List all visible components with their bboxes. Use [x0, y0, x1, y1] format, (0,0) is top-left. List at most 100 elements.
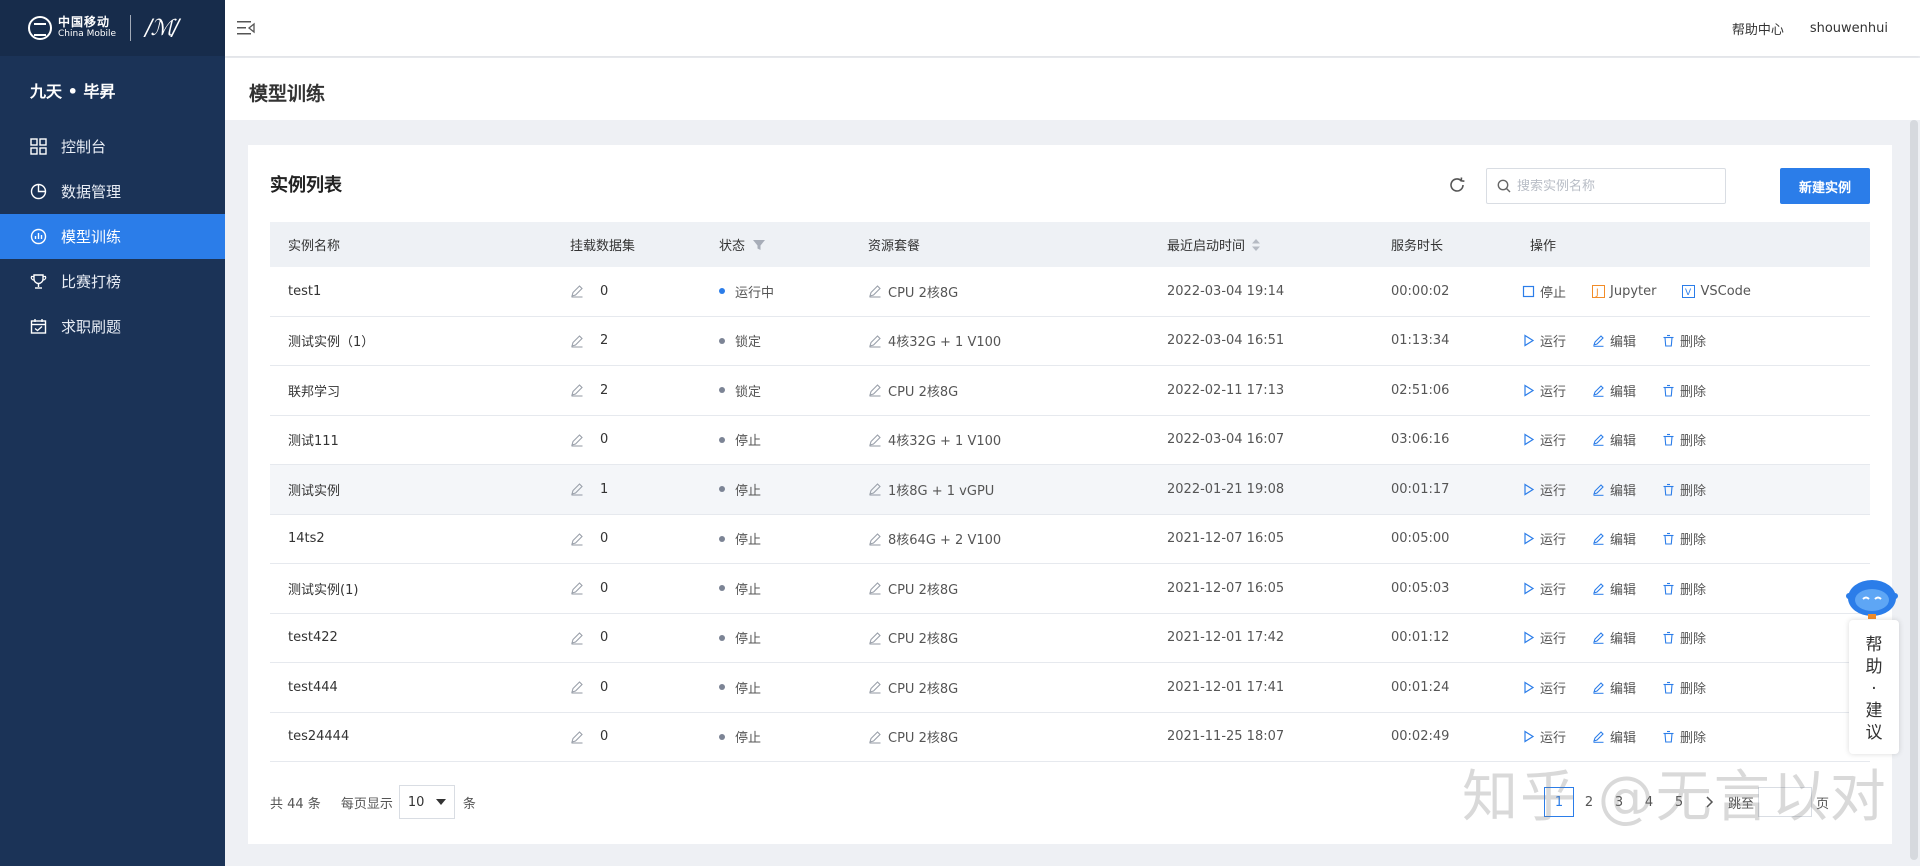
col-header-actions: 操作 — [1530, 239, 1557, 254]
table-row[interactable]: test444 0 停止 CPU 2核8G 2021-12-01 17:41 00:01:… — [270, 663, 1870, 713]
table-row[interactable]: 14ts2 0 停止 8核64G + 2 V100 2021-12-07 16:05 00… — [270, 515, 1870, 564]
robot-assistant-icon[interactable] — [1844, 574, 1900, 620]
edit-resource-icon[interactable] — [868, 334, 882, 348]
edit-button[interactable]: 编辑 — [1592, 678, 1636, 697]
delete-button[interactable]: 删除 — [1662, 331, 1706, 350]
edit-resource-icon[interactable] — [868, 730, 882, 744]
help-feedback-tab[interactable]: 帮 助 · 建 议 — [1849, 620, 1899, 754]
action-label: 编辑 — [1610, 731, 1637, 747]
col-header-resource: 资源套餐 — [868, 239, 921, 254]
run-button[interactable]: 运行 — [1522, 430, 1566, 449]
table-row[interactable]: test422 0 停止 CPU 2核8G 2021-12-01 17:42 00:01:… — [270, 614, 1870, 663]
trash-icon — [1662, 433, 1680, 446]
edit-resource-icon[interactable] — [868, 433, 882, 447]
menu-collapse-icon[interactable] — [237, 20, 255, 36]
edit-datasets-icon[interactable] — [570, 482, 584, 496]
edit-resource-icon[interactable] — [868, 631, 882, 645]
dataset-count: 1 — [600, 481, 609, 497]
action-label: 编辑 — [1610, 384, 1637, 400]
calendar-icon — [30, 318, 47, 335]
edit-datasets-icon[interactable] — [570, 730, 584, 744]
edit-datasets-icon[interactable] — [570, 433, 584, 447]
run-button[interactable]: 运行 — [1522, 628, 1566, 647]
table-row[interactable]: 测试实例（1） 2 锁定 4核32G + 1 V100 2022-03-04 16:51… — [270, 317, 1870, 366]
jump-page-input[interactable] — [1758, 787, 1813, 817]
edit-resource-icon[interactable] — [868, 482, 882, 496]
table-row[interactable]: test1 0 运行中 CPU 2核8G 2022-03-04 19:14 00:00:0… — [270, 267, 1870, 317]
page-4[interactable]: 4 — [1634, 787, 1664, 817]
delete-button[interactable]: 删除 — [1662, 579, 1706, 598]
table-row[interactable]: 测试实例 1 停止 1核8G + 1 vGPU 2022-01-21 19:08 00:0… — [270, 465, 1870, 515]
edit-datasets-icon[interactable] — [570, 334, 584, 348]
edit-resource-icon[interactable] — [868, 680, 882, 694]
page-3[interactable]: 3 — [1604, 787, 1634, 817]
page-scrollbar[interactable] — [1910, 120, 1918, 860]
edit-button[interactable]: 编辑 — [1592, 480, 1636, 499]
cell-started: 2021-11-25 18:07 — [1167, 729, 1285, 745]
status-dot — [719, 634, 725, 641]
run-button[interactable]: 运行 — [1522, 381, 1566, 400]
edit-datasets-icon[interactable] — [570, 631, 584, 645]
edit-datasets-icon[interactable] — [570, 383, 584, 397]
page-1[interactable]: 1 — [1544, 787, 1574, 817]
jupyter-button[interactable]: J Jupyter — [1592, 284, 1656, 299]
stop-button[interactable]: 停止 — [1522, 282, 1566, 301]
run-button[interactable]: 运行 — [1522, 331, 1566, 350]
vscode-button[interactable]: V VSCode — [1682, 284, 1751, 299]
refresh-icon[interactable] — [1447, 175, 1467, 195]
table-row[interactable]: tes24444 0 停止 CPU 2核8G 2021-11-25 18:07 00:02… — [270, 713, 1870, 762]
edit-button[interactable]: 编辑 — [1592, 529, 1636, 548]
run-button[interactable]: 运行 — [1522, 727, 1566, 746]
edit-datasets-icon[interactable] — [570, 532, 584, 546]
delete-button[interactable]: 删除 — [1662, 381, 1706, 400]
edit-button[interactable]: 编辑 — [1592, 381, 1636, 400]
sidebar-item-4[interactable]: 求职刷题 — [0, 304, 225, 349]
edit-button[interactable]: 编辑 — [1592, 727, 1636, 746]
sidebar-item-3[interactable]: 比赛打榜 — [0, 259, 225, 304]
delete-button[interactable]: 删除 — [1662, 529, 1706, 548]
sidebar-item-1[interactable]: 数据管理 — [0, 169, 225, 214]
edit-datasets-icon[interactable] — [570, 284, 584, 298]
sidebar-item-0[interactable]: 控制台 — [0, 124, 225, 169]
action-group: 停止 J Jupyter V VSCode — [1522, 282, 1777, 301]
edit-button[interactable]: 编辑 — [1592, 628, 1636, 647]
edit-resource-icon[interactable] — [868, 581, 882, 595]
search-box[interactable] — [1486, 168, 1726, 204]
edit-resource-icon[interactable] — [868, 383, 882, 397]
delete-button[interactable]: 删除 — [1662, 430, 1706, 449]
logo-signature: /ℳ/ — [145, 15, 179, 41]
delete-button[interactable]: 删除 — [1662, 480, 1706, 499]
delete-button[interactable]: 删除 — [1662, 727, 1706, 746]
edit-resource-icon[interactable] — [868, 284, 882, 298]
cell-resource: CPU 2核8G — [868, 282, 1167, 301]
page-5[interactable]: 5 — [1664, 787, 1694, 817]
edit-button[interactable]: 编辑 — [1592, 331, 1636, 350]
delete-button[interactable]: 删除 — [1662, 678, 1706, 697]
resource-text: 8核64G + 2 V100 — [888, 533, 1002, 549]
edit-datasets-icon[interactable] — [570, 581, 584, 595]
status-dot — [719, 486, 725, 493]
filter-icon[interactable] — [753, 239, 766, 251]
table-row[interactable]: 测试实例(1) 0 停止 CPU 2核8G 2021-12-07 16:05 00:05:… — [270, 564, 1870, 614]
per-page-unit: 条 — [462, 796, 476, 812]
next-page-icon[interactable] — [1702, 795, 1716, 809]
edit-datasets-icon[interactable] — [570, 680, 584, 694]
run-button[interactable]: 运行 — [1522, 678, 1566, 697]
run-button[interactable]: 运行 — [1522, 529, 1566, 548]
help-center-link[interactable]: 帮助中心 — [1732, 19, 1784, 38]
page-2[interactable]: 2 — [1574, 787, 1604, 817]
search-input[interactable] — [1517, 178, 1717, 194]
user-menu[interactable]: shouwenhui — [1810, 21, 1888, 36]
edit-button[interactable]: 编辑 — [1592, 579, 1636, 598]
edit-button[interactable]: 编辑 — [1592, 430, 1636, 449]
edit-resource-icon[interactable] — [868, 532, 882, 546]
run-button[interactable]: 运行 — [1522, 480, 1566, 499]
table-row[interactable]: 测试111 0 停止 4核32G + 1 V100 2022-03-04 16:07 03… — [270, 416, 1870, 465]
table-row[interactable]: 联邦学习 2 锁定 CPU 2核8G 2022-02-11 17:13 02:51:06 运… — [270, 366, 1870, 416]
sidebar-item-2[interactable]: 模型训练 — [0, 214, 225, 259]
delete-button[interactable]: 删除 — [1662, 628, 1706, 647]
page-size-select[interactable]: 10 — [398, 785, 455, 819]
sort-icon[interactable] — [1251, 238, 1261, 252]
new-instance-button[interactable]: 新建实例 — [1780, 168, 1870, 204]
run-button[interactable]: 运行 — [1522, 579, 1566, 598]
